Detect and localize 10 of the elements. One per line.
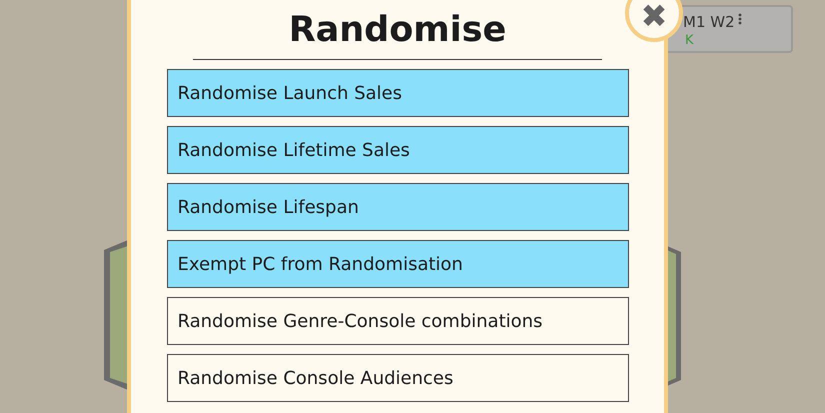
option-toggle[interactable]: Exempt PC from Randomisation (166, 240, 628, 288)
date-text: M1 W2 (683, 13, 735, 31)
option-toggle[interactable]: Randomise Lifespan (166, 183, 628, 231)
more-icon[interactable] (738, 13, 742, 25)
option-toggle[interactable]: Randomise Genre-Console combinations (166, 297, 628, 345)
option-toggle[interactable]: Randomise Launch Sales (166, 69, 628, 117)
dialog-title: Randomise (288, 9, 506, 52)
status-text: K (685, 33, 695, 48)
option-toggle[interactable]: Randomise Lifetime Sales (166, 126, 628, 174)
option-toggle[interactable]: Randomise Console Audiences (166, 354, 628, 402)
